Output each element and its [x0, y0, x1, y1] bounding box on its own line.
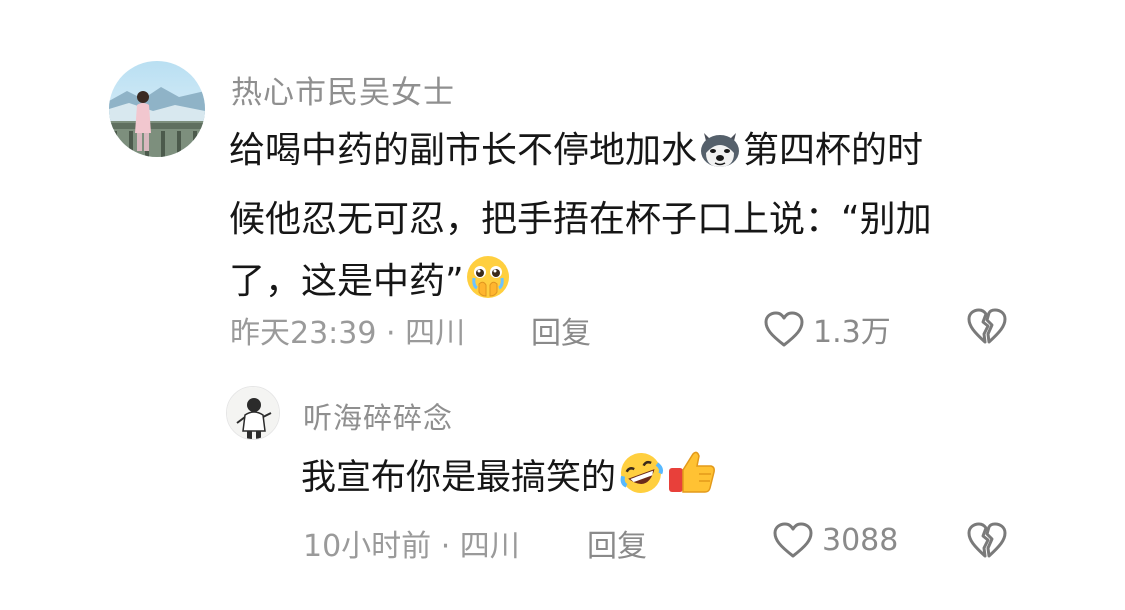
reply-like-count: 3088 [822, 522, 899, 558]
reply-text: 我宣布你是最搞笑的 [301, 447, 1001, 516]
reply-like-button[interactable]: 3088 [772, 521, 898, 559]
dog-face-icon [698, 127, 742, 189]
comment-line-1: 给喝中药的副市长不停地加水 第四杯的时 [229, 120, 1059, 189]
heart-icon [772, 521, 814, 559]
comment-line-2: 候他忍无可忍，把手捂在杯子口上说：“别加 [229, 199, 932, 240]
comment-thread: 热心市民吴女士 给喝中药的副市长不停地加水 第四杯的时 候他忍无可忍，把手捂在杯… [0, 0, 1125, 610]
comment-line-1-text: 给喝中药的副市长不停地加水 [229, 130, 698, 171]
comment-line-1-after: 第四杯的时 [743, 130, 924, 171]
comment-like-button[interactable]: 1.3万 [763, 307, 891, 351]
pleading-face-icon [465, 254, 511, 320]
comment-reply-button[interactable]: 回复 [531, 308, 591, 352]
reply-reply-button[interactable]: 回复 [587, 521, 647, 565]
heart-icon [763, 310, 805, 348]
replier-username[interactable]: 听海碎碎念 [303, 395, 453, 437]
commenter-username[interactable]: 热心市民吴女士 [231, 67, 455, 112]
broken-heart-icon [966, 521, 1008, 559]
comment-like-count: 1.3万 [813, 315, 891, 350]
reply-dislike-button[interactable] [966, 521, 1008, 559]
rolling-laughing-icon [617, 450, 665, 516]
thumbs-up-icon [667, 448, 717, 516]
commenter-avatar[interactable] [109, 61, 205, 157]
comment-time-location: 昨天23:39 · 四川 [230, 316, 466, 351]
replier-avatar[interactable] [226, 386, 280, 440]
comment-line-3-text: 了，这是中药” [229, 261, 464, 302]
reply-time-location: 10小时前 · 四川 [303, 529, 520, 564]
comment-text: 给喝中药的副市长不停地加水 第四杯的时 候他忍无可忍，把手捂在杯子口上说：“别加… [229, 120, 1059, 320]
reply-text-content: 我宣布你是最搞笑的 [301, 458, 617, 498]
broken-heart-icon [966, 307, 1008, 345]
comment-dislike-button[interactable] [966, 307, 1008, 345]
